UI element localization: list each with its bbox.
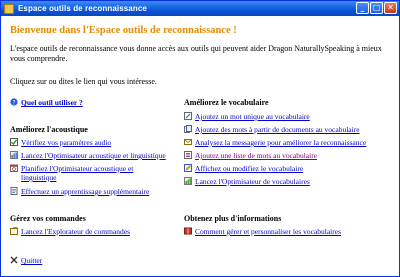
add-single-word-link[interactable]: Ajoutez un mot unique au vocabulaire <box>195 112 310 121</box>
optimizer-icon <box>10 151 18 159</box>
app-icon <box>4 3 14 14</box>
schedule-optimizer-link[interactable]: Planifiez l'Optimisateur acoustique et l… <box>21 164 170 182</box>
documents-icon <box>184 125 192 133</box>
add-word-icon <box>184 112 192 120</box>
window-title: Espace outils de reconnaissance <box>18 4 147 13</box>
maximize-button[interactable]: □ <box>370 2 383 14</box>
vocab-link-row: Lancez l'Optimisateur de vocabulaires <box>184 177 310 186</box>
which-tool-row: ? Quel outil utiliser ? <box>10 98 83 107</box>
vocab-optimizer-icon <box>184 177 192 185</box>
vocab-link-row: Ajoutez des mots à partir de documents a… <box>184 125 360 134</box>
page-title: Bienvenue dans l'Espace outils de reconn… <box>10 25 237 36</box>
acoustic-link-row: Vérifiez vos paramètres audio <box>10 138 111 147</box>
vocab-link-row: Affichez ou modifiez le vocabulaire <box>184 164 303 173</box>
commands-section-title: Gérez vos commandes <box>10 214 86 223</box>
instruction-text: Cliquez sur ou dites le lien qui vous in… <box>10 77 157 86</box>
content-area: Bienvenue dans l'Espace outils de reconn… <box>2 16 398 276</box>
acoustic-link-row: Planifiez l'Optimisateur acoustique et l… <box>10 164 170 182</box>
vocab-link-row: Ajoutez un mot unique au vocabulaire <box>184 112 310 121</box>
mail-icon <box>184 139 192 145</box>
app-window: Espace outils de reconnaissance _ □ ✕ Bi… <box>0 0 400 277</box>
vocab-link-row: Analysez la messagerie pour améliorer la… <box>184 138 366 147</box>
vocab-optimizer-link[interactable]: Lancez l'Optimisateur de vocabulaires <box>195 177 310 186</box>
training-icon <box>10 187 18 195</box>
add-word-list-link[interactable]: Ajoutez une liste de mots au vocabulaire <box>195 151 317 160</box>
help-icon: ? <box>10 98 18 106</box>
which-tool-link[interactable]: Quel outil utiliser ? <box>21 98 83 107</box>
analyze-email-link[interactable]: Analysez la messagerie pour améliorer la… <box>195 138 366 147</box>
svg-text:?: ? <box>12 99 15 106</box>
vocab-editor-icon <box>184 164 192 172</box>
check-audio-icon <box>10 138 18 146</box>
minimize-button[interactable]: _ <box>356 2 369 14</box>
additional-training-link[interactable]: Effectuez un apprentissage supplémentair… <box>21 187 149 196</box>
launch-optimizer-link[interactable]: Lancez l'Optimisateur acoustique et ling… <box>21 151 166 160</box>
intro-text: L'espace outils de reconnaissance vous d… <box>10 44 382 63</box>
quit-link[interactable]: Quitter <box>21 256 42 265</box>
add-from-documents-link[interactable]: Ajoutez des mots à partir de documents a… <box>195 125 360 134</box>
word-list-icon <box>184 151 192 159</box>
quit-row: Quitter <box>10 256 42 265</box>
acoustic-section-title: Améliorez l'acoustique <box>10 125 88 134</box>
manage-vocabularies-link[interactable]: Comment gérer et personnaliser les vocab… <box>195 227 341 236</box>
acoustic-link-row: Effectuez un apprentissage supplémentair… <box>10 187 149 196</box>
commands-link-row: Lancez l'Explorateur de commandes <box>10 227 130 236</box>
acoustic-link-row: Lancez l'Optimisateur acoustique et ling… <box>10 151 166 160</box>
vocab-section-title: Améliorez le vocabulaire <box>184 98 269 107</box>
quit-icon <box>10 256 18 264</box>
command-browser-link[interactable]: Lancez l'Explorateur de commandes <box>21 227 130 236</box>
check-audio-link[interactable]: Vérifiez vos paramètres audio <box>21 138 111 147</box>
view-edit-vocab-link[interactable]: Affichez ou modifiez le vocabulaire <box>195 164 303 173</box>
help-book-icon <box>184 227 192 235</box>
info-section-title: Obtenez plus d'informations <box>184 214 282 223</box>
close-button[interactable]: ✕ <box>384 2 397 14</box>
command-browser-icon <box>10 227 18 235</box>
title-bar[interactable]: Espace outils de reconnaissance _ □ ✕ <box>1 1 399 16</box>
schedule-icon <box>10 164 18 172</box>
vocab-link-row: Ajoutez une liste de mots au vocabulaire <box>184 151 317 160</box>
info-link-row: Comment gérer et personnaliser les vocab… <box>184 227 341 236</box>
